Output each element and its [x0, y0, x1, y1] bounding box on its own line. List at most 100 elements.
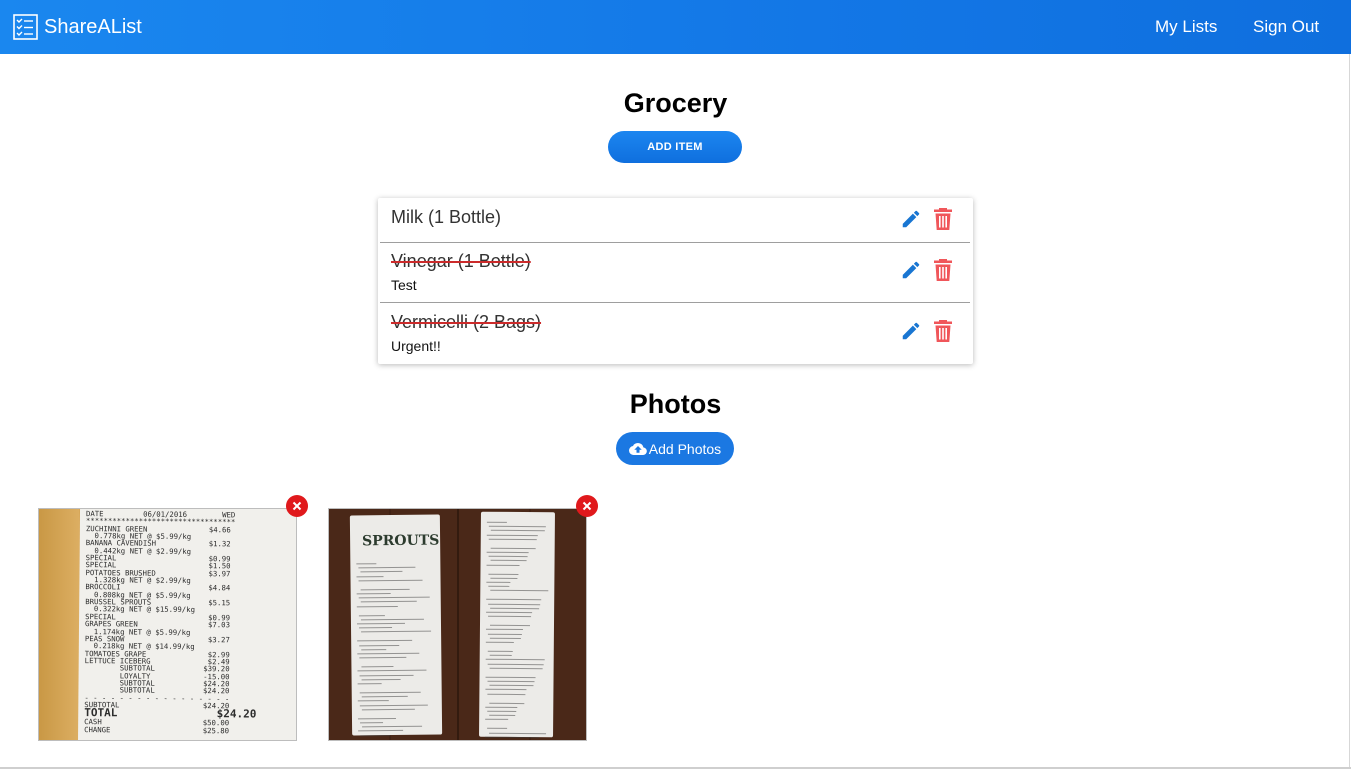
receipt-print-line — [485, 689, 527, 691]
receipt-print-line — [489, 702, 525, 704]
receipt-print-line — [359, 657, 407, 659]
receipt-print-line — [489, 637, 521, 639]
close-icon — [292, 501, 302, 511]
receipt-print-line — [489, 654, 512, 657]
item-name: Vinegar (1 Bottle) — [391, 251, 531, 271]
receipt-print-line — [486, 581, 511, 583]
receipt-print-line — [356, 575, 384, 578]
receipt-print-line — [485, 719, 509, 721]
receipt-print-line — [357, 717, 396, 720]
receipt-image — [479, 511, 555, 738]
receipt-print-line — [485, 641, 514, 643]
receipt-print-line — [486, 611, 533, 614]
receipt-print-line — [356, 605, 398, 608]
receipt-print-line — [487, 633, 522, 635]
item-name: Milk (1 Bottle) — [391, 207, 502, 227]
receipt-print-line — [360, 601, 417, 603]
photo-background — [39, 509, 79, 740]
add-photos-label: Add Photos — [648, 440, 722, 457]
receipt-print-line — [487, 650, 513, 652]
pencil-icon[interactable] — [900, 259, 922, 281]
list-title: Grocery — [623, 88, 728, 118]
receipt-print-line — [490, 547, 536, 549]
list-item[interactable]: Vermicelli (2 Bags) Urgent!! — [378, 303, 973, 363]
receipt-print-line — [361, 631, 432, 633]
receipt-print-line — [488, 538, 537, 540]
receipt-print-line — [358, 566, 416, 569]
list-item[interactable]: Vinegar (1 Bottle) Test — [378, 243, 973, 302]
receipt-print-line — [487, 680, 535, 683]
receipt-print-line — [357, 683, 382, 685]
receipt-print-line — [360, 618, 424, 621]
receipt-print-line — [360, 588, 410, 591]
brand[interactable]: ShareAList — [13, 14, 142, 40]
add-photos-button[interactable]: Add Photos — [616, 432, 734, 465]
receipt-print-line — [490, 560, 527, 562]
receipt-print-line — [488, 555, 528, 558]
remove-photo-button[interactable] — [286, 495, 308, 517]
cloud-upload-icon — [628, 442, 647, 455]
receipt-print-line — [359, 704, 428, 706]
close-icon — [582, 501, 592, 511]
receipt-print-line — [485, 706, 518, 708]
receipt-print-line — [488, 573, 519, 575]
receipt-print-line — [360, 571, 403, 573]
items-card: Milk (1 Bottle) Vinegar (1 Bottle) Test … — [378, 198, 973, 364]
nav-my-lists-link[interactable]: My Lists — [1155, 17, 1217, 37]
receipt-print-line — [485, 736, 540, 738]
receipt-print-line — [489, 624, 530, 627]
receipt-print-line — [361, 708, 415, 711]
receipt-print-line — [360, 722, 384, 724]
receipt-print-line — [359, 627, 393, 629]
receipt-print-line — [357, 670, 427, 672]
receipt-print-line — [490, 607, 540, 609]
receipt-print-line — [361, 666, 394, 668]
receipt-print-line — [490, 590, 549, 592]
receipt-print-line — [490, 577, 518, 579]
receipt-print-line — [488, 525, 546, 528]
receipt-print-line — [361, 648, 387, 651]
pencil-icon[interactable] — [900, 320, 922, 342]
item-note: Urgent!! — [391, 338, 441, 354]
receipt-print-line — [487, 663, 544, 665]
receipt-print-line — [487, 710, 517, 712]
trash-icon[interactable] — [934, 320, 952, 342]
store-logo: SPROUTS — [362, 532, 440, 550]
receipt-print-line — [362, 725, 423, 728]
receipt-print-line — [489, 732, 547, 734]
receipt-print-line — [489, 684, 534, 687]
receipt-print-line — [358, 579, 423, 582]
add-item-button[interactable]: ADD ITEM — [608, 131, 742, 163]
receipt-print-line — [356, 622, 405, 625]
receipt-print-line — [486, 534, 538, 536]
receipt-print-line — [489, 667, 543, 670]
receipt-print-line — [485, 659, 545, 661]
app-title: ShareAList — [44, 15, 142, 38]
receipt-print-line — [489, 714, 516, 717]
receipt-image: SPROUTS — [349, 514, 443, 736]
trash-icon[interactable] — [934, 208, 952, 230]
receipt-print-line — [488, 615, 532, 618]
list-item[interactable]: Milk (1 Bottle) — [378, 198, 973, 242]
trash-icon[interactable] — [934, 259, 952, 281]
receipt-print-line — [488, 603, 541, 605]
pencil-icon[interactable] — [900, 208, 922, 230]
photo-thumbnail[interactable]: SPROUTS — [328, 508, 587, 741]
receipt-print-line — [486, 521, 507, 523]
receipt-print-line — [486, 551, 529, 554]
photo-thumbnail[interactable]: DATE 06/01/2016 WED *********************… — [38, 508, 297, 741]
receipt-print-line — [486, 564, 520, 566]
receipt-print-line — [358, 596, 430, 599]
receipt-print-line — [361, 678, 401, 681]
nav-sign-out-link[interactable]: Sign Out — [1253, 17, 1319, 37]
receipt-print-line — [488, 585, 510, 588]
receipt-print-line — [357, 652, 420, 655]
checklist-icon — [13, 14, 38, 40]
receipt-print-line — [358, 730, 404, 732]
receipt-print-line — [359, 674, 414, 676]
remove-photo-button[interactable] — [576, 495, 598, 517]
item-name: Vermicelli (2 Bags) — [391, 312, 542, 332]
receipt-print-line — [485, 629, 523, 631]
receipt-print-line — [360, 734, 391, 736]
receipt-print-line — [485, 676, 536, 678]
